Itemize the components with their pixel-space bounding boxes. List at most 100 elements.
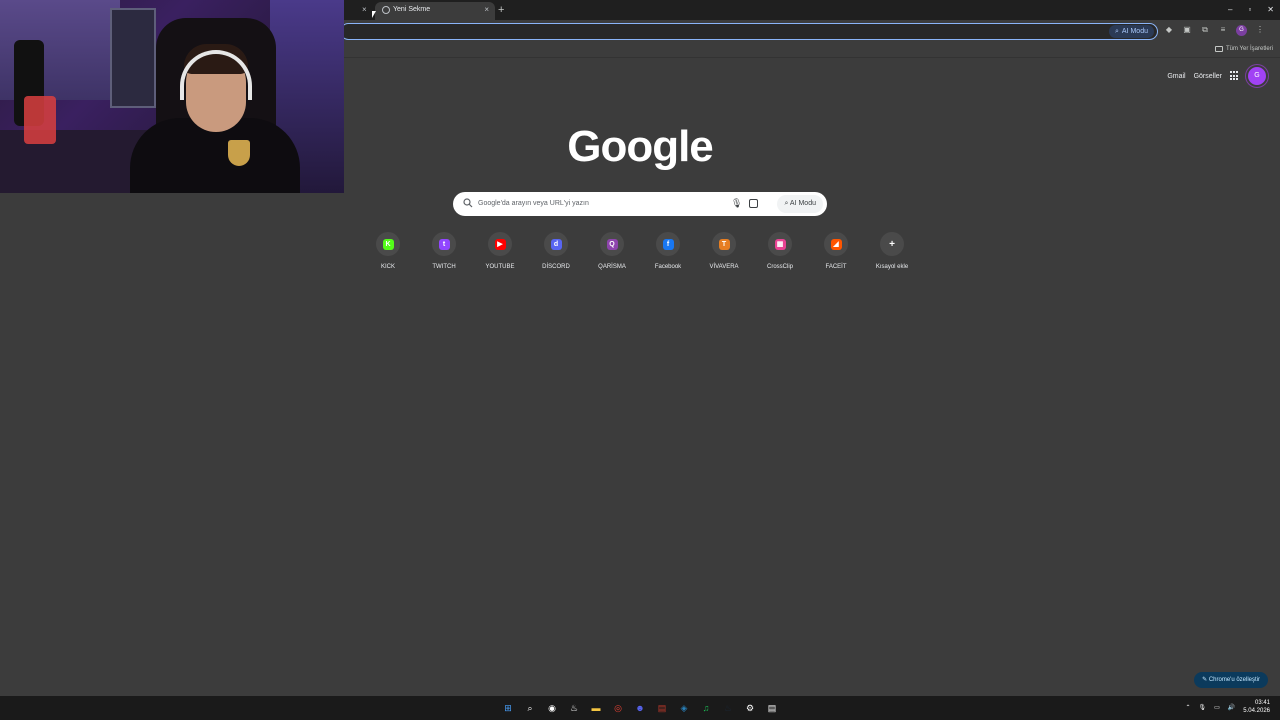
search-box[interactable]: Google'da arayın veya URL'yi yazın 🎙 ⌕ A… bbox=[453, 192, 827, 216]
app-blue-icon[interactable]: ◈ bbox=[676, 700, 692, 716]
qarisma-icon: Q bbox=[606, 238, 618, 250]
obs-icon[interactable]: ◉ bbox=[544, 700, 560, 716]
google-apps-icon[interactable] bbox=[1230, 71, 1240, 81]
shortcut-5[interactable]: f Facebook bbox=[640, 232, 696, 270]
spotify-icon[interactable]: ♫ bbox=[698, 700, 714, 716]
search-placeholder: Google'da arayın veya URL'yi yazın bbox=[478, 200, 589, 207]
google-lens-icon[interactable] bbox=[749, 199, 758, 208]
maximize-button[interactable]: ▫ bbox=[1248, 2, 1251, 18]
file-explorer-icon[interactable]: ▬ bbox=[588, 700, 604, 716]
minimize-button[interactable]: – bbox=[1228, 2, 1232, 18]
settings-icon[interactable]: ⚙ bbox=[742, 700, 758, 716]
tab-close-icon[interactable]: × bbox=[484, 2, 489, 18]
address-bar[interactable]: ⌕ AI Modu bbox=[340, 23, 1158, 40]
omnibox-ai-mode-button[interactable]: ⌕ AI Modu bbox=[1109, 25, 1154, 38]
shortcut-tile[interactable]: T bbox=[712, 232, 736, 256]
shortcut-3[interactable]: d DİSCORD bbox=[528, 232, 584, 270]
all-bookmarks-button[interactable]: Tüm Yer İşaretleri bbox=[1214, 46, 1273, 52]
shortcut-label: TWITCH bbox=[432, 264, 456, 270]
shortcut-tile[interactable]: d bbox=[544, 232, 568, 256]
ntp-header: Gmail Görseller G bbox=[1167, 67, 1266, 85]
facebook-icon: f bbox=[662, 238, 674, 250]
ai-mode-button[interactable]: ⌕ AI Modu bbox=[777, 195, 823, 213]
shortcut-tile[interactable]: t bbox=[432, 232, 456, 256]
microphone-icon[interactable]: 🎙 bbox=[731, 198, 742, 209]
clock-date: 5.04.2026 bbox=[1243, 708, 1270, 714]
toolbar-icons: ◆ ▣ ⧉ ≡ G ⋮ bbox=[1164, 24, 1265, 36]
folder-icon bbox=[1214, 46, 1223, 52]
customize-chrome-button[interactable]: ✎ Chrome'u özelleştir bbox=[1194, 672, 1268, 688]
shortcut-label: Kısayol ekle bbox=[875, 264, 909, 270]
globe-icon bbox=[382, 6, 390, 14]
gemini-icon[interactable]: ◆ bbox=[1164, 24, 1174, 36]
shortcut-1[interactable]: t TWITCH bbox=[416, 232, 472, 270]
shortcut-label: QARİSMA bbox=[598, 264, 626, 270]
all-bookmarks-label: Tüm Yer İşaretleri bbox=[1225, 46, 1273, 52]
profile-avatar[interactable]: G bbox=[1236, 24, 1247, 36]
shortcut-label: KICK bbox=[380, 264, 395, 270]
extension-icon[interactable]: ▣ bbox=[1182, 24, 1192, 36]
chevron-up-icon[interactable]: ⌃ bbox=[1185, 704, 1190, 711]
shortcut-6[interactable]: T VİVAVERA bbox=[696, 232, 752, 270]
taskbar-apps: ⊞ ⌕ ◉ ♨ ▬ ◎ ☻ ▤ ◈ ♫ ♨ ⚙ ▤ bbox=[500, 700, 780, 716]
taskbar: ⊞ ⌕ ◉ ♨ ▬ ◎ ☻ ▤ ◈ ♫ ♨ ⚙ ▤ ⌃ 🎙 ▭ 🔊 03:41 5.04.2026 bbox=[0, 696, 1280, 720]
shortcut-tile[interactable]: + bbox=[880, 232, 904, 256]
shortcut-label: CrossClip bbox=[766, 264, 793, 270]
shortcut-7[interactable]: ▦ CrossClip bbox=[752, 232, 808, 270]
kick-icon: K bbox=[382, 238, 394, 250]
shortcut-9[interactable]: + Kısayol ekle bbox=[864, 232, 920, 270]
shortcut-8[interactable]: ◢ FACEİT bbox=[808, 232, 864, 270]
shortcut-tile[interactable]: ◢ bbox=[824, 232, 848, 256]
gmail-link[interactable]: Gmail bbox=[1167, 73, 1185, 80]
youtube-icon: ▶ bbox=[494, 238, 506, 250]
notepad-icon[interactable]: ▤ bbox=[764, 700, 780, 716]
network-icon[interactable]: ▭ bbox=[1214, 704, 1220, 711]
twitch-icon: t bbox=[438, 238, 450, 250]
volume-icon[interactable]: 🔊 bbox=[1228, 704, 1235, 711]
shortcut-label: VİVAVERA bbox=[709, 264, 739, 270]
app-red-icon[interactable]: ▤ bbox=[654, 700, 670, 716]
windows-start-icon[interactable]: ⊞ bbox=[500, 700, 516, 716]
search-icon bbox=[463, 198, 473, 208]
shortcut-label: YOUTUBE bbox=[485, 264, 515, 270]
google-logo: Google bbox=[567, 122, 714, 171]
discord-icon[interactable]: ☻ bbox=[632, 700, 648, 716]
webcam-shelf bbox=[110, 8, 156, 108]
discord-icon: d bbox=[550, 238, 562, 250]
window-controls: – ▫ ✕ bbox=[1228, 2, 1274, 18]
shortcut-label: DİSCORD bbox=[542, 264, 570, 270]
tab-title: Yeni Sekme bbox=[393, 6, 431, 13]
shortcut-tile[interactable]: K bbox=[376, 232, 400, 256]
tab-inactive[interactable]: × bbox=[344, 2, 374, 20]
faceit-icon: ◢ bbox=[830, 238, 842, 250]
new-tab-button[interactable]: + bbox=[498, 3, 504, 17]
shortcut-label: FACEİT bbox=[825, 264, 847, 270]
images-link[interactable]: Görseller bbox=[1194, 73, 1222, 80]
shortcut-0[interactable]: K KICK bbox=[360, 232, 416, 270]
media-icon[interactable]: ≡ bbox=[1218, 24, 1228, 36]
add-shortcut-icon: + bbox=[889, 238, 895, 250]
search-icon[interactable]: ⌕ bbox=[522, 700, 538, 716]
mouse-cursor bbox=[372, 11, 376, 18]
account-avatar[interactable]: G bbox=[1248, 67, 1266, 85]
shortcut-tile[interactable]: f bbox=[656, 232, 680, 256]
menu-icon[interactable]: ⋮ bbox=[1255, 24, 1265, 36]
clock-time: 03:41 bbox=[1254, 700, 1270, 706]
shortcut-tile[interactable]: ▶ bbox=[488, 232, 512, 256]
system-tray: ⌃ 🎙 ▭ 🔊 03:41 5.04.2026 bbox=[1185, 699, 1270, 715]
clock[interactable]: 03:41 5.04.2026 bbox=[1243, 699, 1270, 715]
extensions-puzzle-icon[interactable]: ⧉ bbox=[1200, 24, 1210, 36]
tab-close-icon[interactable]: × bbox=[362, 2, 367, 18]
steam-icon[interactable]: ♨ bbox=[566, 700, 582, 716]
microphone-tray-icon[interactable]: 🎙 bbox=[1199, 704, 1207, 711]
shortcuts-grid: K KICK t TWITCH ▶ YOUTUBE d DİSCORD Q QARİSMA f Fac… bbox=[360, 232, 920, 270]
chrome-icon[interactable]: ◎ bbox=[610, 700, 626, 716]
shortcut-2[interactable]: ▶ YOUTUBE bbox=[472, 232, 528, 270]
shortcut-label: Facebook bbox=[654, 264, 682, 270]
shortcut-tile[interactable]: Q bbox=[600, 232, 624, 256]
shortcut-4[interactable]: Q QARİSMA bbox=[584, 232, 640, 270]
tab-active[interactable]: Yeni Sekme × bbox=[375, 2, 495, 20]
close-window-button[interactable]: ✕ bbox=[1267, 2, 1274, 18]
steam2-icon[interactable]: ♨ bbox=[720, 700, 736, 716]
shortcut-tile[interactable]: ▦ bbox=[768, 232, 792, 256]
